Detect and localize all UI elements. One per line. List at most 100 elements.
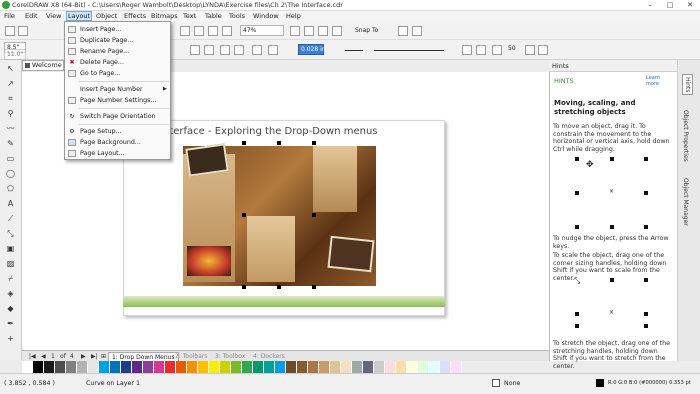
nodes-icon[interactable] [190, 45, 200, 55]
height-field[interactable]: 11.0" [4, 49, 26, 60]
first-page-icon[interactable]: |◀ [26, 352, 39, 361]
color-swatch[interactable] [121, 361, 132, 373]
document-tab[interactable]: Welcome Sc... [22, 60, 78, 71]
color-swatch[interactable] [451, 361, 462, 373]
outline-swatch-icon[interactable] [596, 379, 604, 387]
color-swatch[interactable] [165, 361, 176, 373]
menu-item-page-setup[interactable]: ⚙ Page Setup... [65, 126, 171, 137]
menu-object[interactable]: Object [96, 12, 117, 20]
rectangle-tool-icon[interactable]: ▭ [5, 153, 16, 164]
menu-window[interactable]: Window [253, 12, 279, 20]
color-swatch[interactable] [132, 361, 143, 373]
import-icon[interactable] [180, 26, 190, 36]
menu-view[interactable]: View [46, 12, 61, 20]
color-swatch[interactable] [77, 361, 88, 373]
outline-pen-icon[interactable]: ✒ [5, 318, 16, 329]
break-icon[interactable] [234, 45, 244, 55]
parallel-dimension-icon[interactable]: ⟋ [5, 213, 16, 224]
crop-tool-icon[interactable]: ⌗ [5, 93, 16, 104]
color-swatch[interactable] [99, 361, 110, 373]
tab-hints[interactable]: Hints [682, 74, 693, 96]
tab-object-manager[interactable]: Object Manager [682, 178, 689, 226]
color-swatch[interactable] [242, 361, 253, 373]
rulers-icon[interactable] [304, 26, 314, 36]
selection-handle-b[interactable] [277, 285, 281, 289]
close-icon[interactable]: ✕ [680, 0, 700, 10]
color-swatch[interactable] [396, 361, 407, 373]
color-swatch[interactable] [44, 361, 55, 373]
launcher-icon[interactable] [222, 26, 232, 36]
menu-item-go-to-page[interactable]: Go to Page... [65, 68, 171, 79]
menu-item-page-number-settings[interactable]: Page Number Settings... [65, 95, 171, 106]
menu-item-page-layout[interactable]: Page Layout... [65, 148, 171, 159]
menu-item-duplicate-page[interactable]: Duplicate Page... [65, 35, 171, 46]
menu-file[interactable]: File [4, 12, 15, 20]
add-tool-icon[interactable]: + [5, 333, 16, 344]
color-swatch[interactable] [176, 361, 187, 373]
add-icon[interactable] [538, 45, 548, 55]
selection-handle-tl[interactable] [242, 141, 246, 145]
freehand-tool-icon[interactable]: 〰 [5, 123, 16, 134]
selection-handle-r[interactable] [312, 213, 316, 217]
minimize-icon[interactable]: – [640, 0, 660, 10]
color-swatch[interactable] [22, 361, 33, 373]
arrow-end-icon[interactable] [462, 45, 472, 55]
snap-to-dropdown[interactable]: Snap To [352, 25, 392, 36]
color-swatch[interactable] [143, 361, 154, 373]
flip-icon[interactable] [220, 45, 230, 55]
fill-swatch-icon[interactable] [492, 379, 500, 387]
grid-icon[interactable] [318, 26, 328, 36]
menu-item-delete-page[interactable]: ✖ Delete Page... [65, 57, 171, 68]
shape-tool-icon[interactable]: ↗ [5, 78, 16, 89]
selection-handle-l[interactable] [242, 213, 246, 217]
color-swatch[interactable] [440, 361, 451, 373]
line-style-icon[interactable] [345, 50, 363, 51]
transparency-tool-icon[interactable]: ▨ [5, 258, 16, 269]
color-swatch[interactable] [407, 361, 418, 373]
color-swatch[interactable] [385, 361, 396, 373]
color-swatch[interactable] [187, 361, 198, 373]
connector-tool-icon[interactable]: ⤡ [5, 228, 16, 239]
ellipse-tool-icon[interactable]: ◯ [5, 168, 16, 179]
menu-table[interactable]: Table [205, 12, 222, 20]
color-swatch[interactable] [363, 361, 374, 373]
open-icon[interactable] [18, 26, 28, 36]
align-icon[interactable] [268, 45, 278, 55]
color-swatch[interactable] [374, 361, 385, 373]
color-swatch[interactable] [88, 361, 99, 373]
smart-fill-icon[interactable]: ◆ [5, 303, 16, 314]
full-screen-icon[interactable] [290, 26, 300, 36]
curve-icon[interactable] [476, 45, 486, 55]
text-tool-icon[interactable]: A [5, 198, 16, 209]
color-swatch[interactable] [418, 361, 429, 373]
color-swatch[interactable] [297, 361, 308, 373]
zoom-tool-icon[interactable]: ⚲ [5, 108, 16, 119]
guidelines-icon[interactable] [332, 26, 342, 36]
page-tab-1[interactable]: 1: Drop Down Menus [108, 352, 179, 361]
interactive-fill-icon[interactable]: ◈ [5, 288, 16, 299]
polygon-tool-icon[interactable]: ⬠ [5, 183, 16, 194]
menu-edit[interactable]: Edit [25, 12, 38, 20]
menu-help[interactable]: Help [286, 12, 301, 20]
zoom-level[interactable]: 47% [240, 25, 284, 36]
outline-width-field[interactable]: 0.028 in [298, 44, 326, 55]
drop-shadow-icon[interactable]: ▣ [5, 243, 16, 254]
new-icon[interactable] [5, 26, 15, 36]
selection-handle-tr[interactable] [312, 141, 316, 145]
maximize-icon[interactable]: □ [660, 0, 680, 10]
color-swatch[interactable] [66, 361, 77, 373]
color-swatch[interactable] [110, 361, 121, 373]
color-swatch[interactable] [429, 361, 440, 373]
smoothing-icon[interactable] [492, 45, 502, 55]
mirror-icon[interactable] [204, 45, 214, 55]
selection-handle-t[interactable] [277, 141, 281, 145]
application-launcher-icon[interactable] [412, 26, 422, 36]
export-icon[interactable] [194, 26, 204, 36]
color-swatch[interactable] [264, 361, 275, 373]
color-swatch[interactable] [341, 361, 352, 373]
color-swatch[interactable] [198, 361, 209, 373]
menu-bitmaps[interactable]: Bitmaps [151, 12, 178, 20]
menu-item-page-background[interactable]: Page Background... [65, 137, 171, 148]
menu-item-rename-page[interactable]: Rename Page... [65, 46, 171, 57]
menu-item-switch-orientation[interactable]: ↻ Switch Page Orientation [65, 111, 171, 122]
